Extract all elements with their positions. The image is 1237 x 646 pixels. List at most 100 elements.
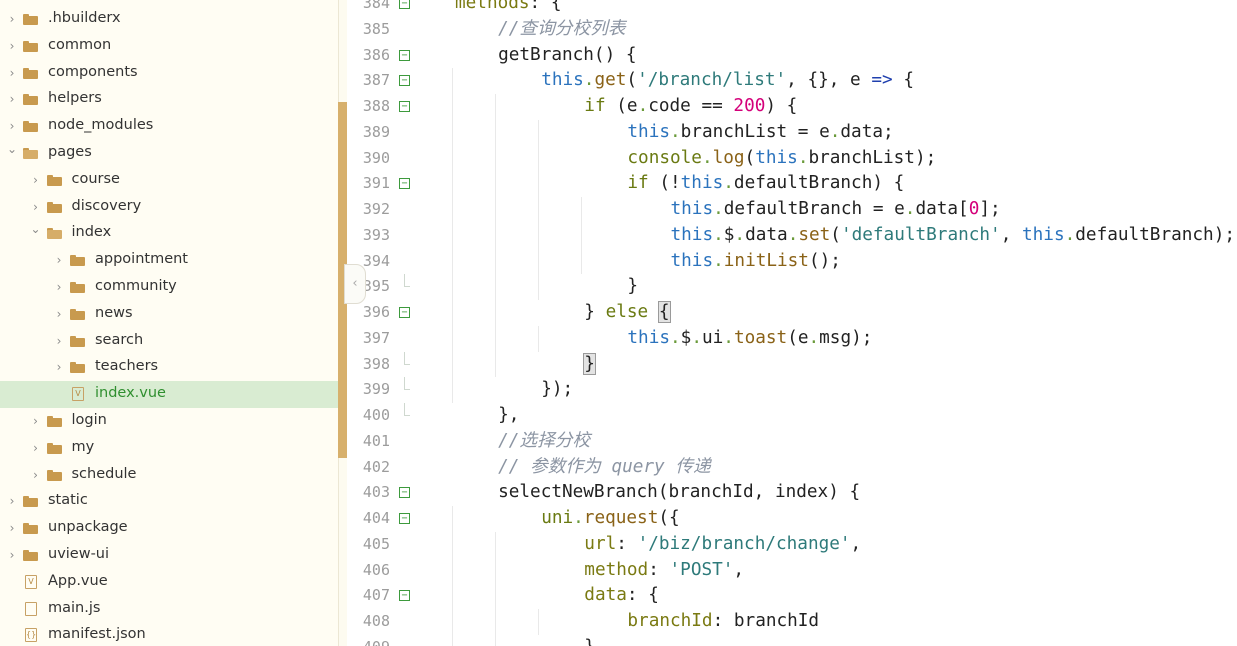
folder-icon [23,550,38,561]
indent-guide [452,248,454,275]
code-line[interactable]: 394 this.initList(); [347,248,1237,275]
fold-toggle-icon[interactable]: − [399,513,410,524]
indent-guide [452,531,454,558]
fold-toggle-icon[interactable]: − [399,49,410,61]
tree-item-news[interactable]: › news [0,301,338,328]
tree-item-manifest-json[interactable]: {} manifest.json [0,622,338,646]
tree-item-teachers[interactable]: › teachers [0,354,338,381]
tree-item-search[interactable]: › search [0,328,338,355]
code-line[interactable]: 388− if (e.code == 200) { [347,94,1237,120]
tree-item-common[interactable]: › common [0,33,338,60]
tree-item-appointment[interactable]: › appointment [0,247,338,274]
chevron-right-icon[interactable]: › [53,361,65,373]
code-text: this.initList(); [670,250,841,271]
tree-item-main-js[interactable]: main.js [0,596,338,623]
chevron-right-icon[interactable]: › [6,120,18,132]
code-line[interactable]: 387− this.get('/branch/list', {}, e => { [347,68,1237,94]
code-line[interactable]: 407− data: { [347,583,1237,609]
tree-item-label: manifest.json [48,626,146,643]
chevron-right-icon[interactable]: › [30,201,42,213]
chevron-right-icon[interactable]: › [30,174,42,186]
code-line[interactable]: 389 this.branchList = e.data; [347,119,1237,146]
code-line[interactable]: 396−} else { [347,300,1237,326]
chevron-right-icon[interactable]: › [53,335,65,347]
indent-guide [495,325,497,352]
tree-item-my[interactable]: › my [0,435,338,462]
fold-toggle-icon[interactable]: − [399,487,410,499]
tree-item-index-vue[interactable]: Vindex.vue [0,381,338,408]
code-line[interactable]: 402 // 参数作为 query 传递 [347,455,1237,481]
folder-icon [46,469,62,481]
code-line[interactable]: 395} [347,274,1237,300]
chevron-right-icon[interactable]: › [6,40,18,52]
tree-item-uview-ui[interactable]: › uview-ui [0,542,338,569]
fold-toggle-icon[interactable]: − [399,101,410,112]
code-line[interactable]: 398} [347,351,1237,378]
fold-toggle-icon[interactable]: − [399,307,410,318]
code-line[interactable]: 406 method: 'POST', [347,557,1237,584]
code-line[interactable]: 403− selectNewBranch(branchId, index) { [347,480,1237,506]
code-line[interactable]: 399}); [347,377,1237,403]
tree-item-components[interactable]: › components [0,60,338,87]
code-editor[interactable]: 384− methods: {385//查询分校列表 386− getBranch()… [347,0,1237,646]
code-line[interactable]: 386− getBranch() { [347,43,1237,69]
code-text: this.get('/branch/list', {}, e => { [541,70,914,91]
chevron-down-icon[interactable]: ⌄ [6,143,18,155]
chevron-right-icon[interactable]: › [6,67,18,79]
chevron-right-icon[interactable]: › [53,308,65,320]
chevron-right-icon[interactable]: › [6,495,18,507]
code-text: selectNewBranch(branchId, index) { [498,482,861,503]
code-line[interactable]: 384− methods: { [347,0,1237,17]
chevron-right-icon[interactable]: › [53,281,65,293]
tree-item-node-modules[interactable]: › node_modules [0,113,338,140]
fold-toggle-icon[interactable]: − [399,178,410,190]
tree-item-schedule[interactable]: › schedule [0,462,338,489]
indent-guide [538,145,540,172]
chevron-right-icon[interactable]: › [6,522,18,534]
tree-item-hbuilderx[interactable]: › .hbuilderx [0,6,338,33]
chevron-right-icon[interactable]: › [6,549,18,561]
chevron-right-icon[interactable]: › [6,13,18,25]
fold-end-marker [404,377,410,391]
chevron-right-icon[interactable]: › [30,415,42,427]
tree-item-community[interactable]: › community [0,274,338,301]
tree-item-app-vue[interactable]: V App.vue [0,569,338,596]
code-line[interactable]: 385 //查询分校列表 [347,17,1237,43]
code-text: if (e.code == 200) { [584,96,798,116]
tree-item-login[interactable]: › login [0,408,338,435]
chevron-right-icon[interactable]: › [53,254,65,266]
code-line[interactable]: 391− if (!this.defaultBranch) { [347,171,1237,197]
tree-item-static[interactable]: › static [0,488,338,515]
line-number: 399 [362,380,390,399]
tree-item-discovery[interactable]: › discovery [0,194,338,221]
tree-item-course[interactable]: › course [0,167,338,194]
code-line[interactable]: 397 this.$.ui.toast(e.msg); [347,325,1237,352]
code-line[interactable]: 393 this.$.data.set('defaultBranch', this… [347,222,1237,249]
chevron-right-icon[interactable]: › [6,93,18,105]
fold-toggle-icon[interactable]: − [399,75,410,87]
indent-guide [495,274,497,300]
fold-toggle-icon[interactable]: − [399,0,410,9]
code-line[interactable]: 409} [347,634,1237,646]
indent-guide [452,351,454,378]
collapse-sidebar-button[interactable]: ‹ [344,264,366,304]
line-number: 393 [362,225,390,244]
tree-item-label: main.js [48,599,101,616]
tree-item-pages[interactable]: ⌄ pages [0,140,338,167]
tree-item-index[interactable]: ⌄ index [0,220,338,247]
code-line[interactable]: 390 console.log(this.branchList); [347,145,1237,172]
fold-toggle-icon[interactable]: − [399,590,410,602]
tree-item-helpers[interactable]: › helpers [0,86,338,113]
code-line[interactable]: 392 this.defaultBranch = e.data[0]; [347,197,1237,223]
code-line[interactable]: 408 branchId: branchId [347,609,1237,635]
chevron-right-icon[interactable]: › [30,469,42,481]
code-line[interactable]: 405 url: '/biz/branch/change', [347,531,1237,558]
chevron-right-icon[interactable]: › [30,442,42,454]
tree-item-unpackage[interactable]: › unpackage [0,515,338,542]
indent-guide [452,119,454,146]
code-line[interactable]: 401 //选择分校 [347,429,1237,455]
code-line[interactable]: 400}, [347,403,1237,429]
line-number: 386 [362,45,390,64]
code-line[interactable]: 404− uni.request({ [347,506,1237,532]
chevron-down-icon[interactable]: ⌄ [30,223,42,235]
